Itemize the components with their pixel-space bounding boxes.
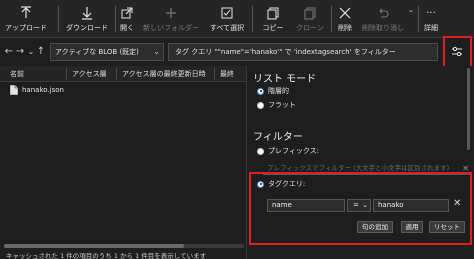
toolbar-divider xyxy=(115,6,116,32)
vertical-scrollbar[interactable] xyxy=(467,68,470,150)
clone-icon xyxy=(304,5,316,21)
column-header-access-tier[interactable]: アクセス層 xyxy=(68,66,107,82)
select-all-icon xyxy=(221,5,234,21)
toolbar-divider xyxy=(58,6,59,32)
up-arrow-icon[interactable]: ↑ xyxy=(36,46,46,58)
column-divider[interactable] xyxy=(214,68,215,80)
toolbar-divider xyxy=(252,6,253,32)
column-divider[interactable] xyxy=(66,68,67,80)
toolbar-divider xyxy=(418,6,419,32)
close-icon xyxy=(339,5,351,21)
download-icon xyxy=(81,5,93,21)
prefix-label: プレフィックス: xyxy=(268,147,320,155)
open-button[interactable]: 開く xyxy=(118,2,136,36)
radio-button[interactable] xyxy=(257,147,264,155)
undelete-button[interactable]: 削除取り消し ⌄ xyxy=(358,2,414,36)
toolbar-divider xyxy=(331,6,332,32)
upload-button[interactable]: アップロード xyxy=(4,2,48,36)
highlight-box xyxy=(443,36,472,68)
radio-button[interactable] xyxy=(257,101,264,109)
details-button[interactable]: ··· 詳細 xyxy=(422,2,440,36)
new-folder-button[interactable]: 新しいフォルダー xyxy=(142,2,200,36)
status-text: キャッシュされた 1 件の項目のうち 1 から 1 件目を表示しています xyxy=(6,252,207,259)
radio-hierarchical[interactable]: 階層的 xyxy=(257,86,289,96)
back-arrow-icon[interactable]: ← xyxy=(4,46,14,58)
copy-icon xyxy=(267,5,279,21)
file-icon xyxy=(10,85,18,95)
toolbar: アップロード ダウンロード 開く 新しいフォルダー すべて選択 コピー クローン… xyxy=(0,0,474,38)
horizontal-scrollbar[interactable] xyxy=(4,244,244,248)
filter-summary-field[interactable]: タグ クエリ ""name"='hanako'" で 'indextagsear… xyxy=(168,43,438,61)
radio-flat[interactable]: フラット xyxy=(257,100,296,110)
column-header-access-tier-modified[interactable]: アクセス層の最終更新日時 xyxy=(118,66,206,82)
column-header-last[interactable]: 最終 xyxy=(216,66,234,82)
table-header: 名前 アクセス層 アクセス層の最終更新日時 最終 xyxy=(0,66,246,82)
address-bar: ← → ⌄ ↑ アクティブな BLOB (既定) ⌄ タグ クエリ ""name… xyxy=(0,38,474,66)
open-icon xyxy=(121,5,133,21)
new-folder-label: 新しいフォルダー xyxy=(143,24,199,32)
details-label: 詳細 xyxy=(424,24,438,32)
filter-summary-text: タグ クエリ ""name"='hanako'" で 'indextagsear… xyxy=(175,48,396,56)
delete-button[interactable]: 削除 xyxy=(336,2,354,36)
select-all-button[interactable]: すべて選択 xyxy=(206,2,248,36)
column-divider[interactable] xyxy=(116,68,117,80)
highlight-box xyxy=(249,172,472,245)
download-label: ダウンロード xyxy=(66,24,108,32)
blob-type-value: アクティブな BLOB (既定) xyxy=(55,48,139,56)
chevron-down-icon: ⌄ xyxy=(153,47,160,56)
file-name: hanako.json xyxy=(22,86,64,94)
copy-label: コピー xyxy=(262,24,284,32)
hierarchical-label: 階層的 xyxy=(268,87,289,95)
plus-icon xyxy=(165,5,177,21)
file-list: 名前 アクセス層 アクセス層の最終更新日時 最終 hanako.json キャッ… xyxy=(0,66,246,259)
chevron-down-icon[interactable]: ⌄ xyxy=(26,46,36,58)
filter-heading: フィルター xyxy=(253,132,303,143)
prefix-placeholder: プレフィックスでフィルター (大文字と小文字は区別されます) xyxy=(267,164,450,172)
blob-type-select[interactable]: アクティブな BLOB (既定) ⌄ xyxy=(50,43,164,61)
scrollbar-thumb[interactable] xyxy=(4,244,184,248)
undo-icon xyxy=(377,5,389,21)
open-label: 開く xyxy=(120,24,134,32)
radio-prefix[interactable]: プレフィックス: xyxy=(257,146,319,156)
clone-button[interactable]: クローン xyxy=(294,2,326,36)
table-row[interactable]: hanako.json xyxy=(0,83,246,97)
delete-label: 削除 xyxy=(338,24,352,32)
upload-label: アップロード xyxy=(5,24,47,32)
flat-label: フラット xyxy=(268,101,296,109)
download-button[interactable]: ダウンロード xyxy=(64,2,110,36)
radio-button[interactable] xyxy=(257,87,264,95)
forward-arrow-icon[interactable]: → xyxy=(15,46,25,58)
undelete-label: 削除取り消し xyxy=(362,24,404,32)
chevron-down-icon: ⌄ xyxy=(408,6,414,14)
copy-button[interactable]: コピー xyxy=(260,2,286,36)
more-icon: ··· xyxy=(426,7,436,19)
clone-label: クローン xyxy=(296,24,324,32)
upload-icon xyxy=(20,5,32,21)
list-mode-heading: リスト モード xyxy=(253,74,317,85)
select-all-label: すべて選択 xyxy=(209,24,245,32)
column-header-name[interactable]: 名前 xyxy=(6,66,24,82)
